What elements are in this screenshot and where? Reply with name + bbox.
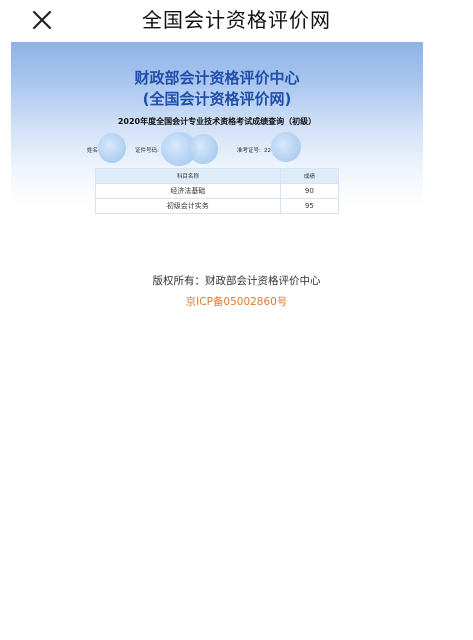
exam-no-label: 准考证号:: [237, 148, 261, 154]
column-header: 成绩: [279, 168, 340, 184]
result-banner: 财政部会计资格评价中心 (全国会计资格评价网) 2020年度全国会计专业技术资格…: [11, 42, 423, 270]
table-row: 经济法基础 90: [95, 183, 340, 199]
score-cell: 95: [279, 198, 340, 214]
redaction-blob: [98, 133, 126, 163]
score-cell: 90: [279, 183, 340, 199]
redaction-blob: [188, 134, 218, 164]
icp-link[interactable]: 京ICP备05002860号: [0, 294, 473, 310]
id-label: 证件号码:: [135, 148, 159, 154]
exam-no-value: 22: [264, 148, 271, 154]
table-row: 初级会计实务 95: [95, 198, 340, 214]
center-name: 财政部会计资格评价中心: [134, 69, 300, 87]
table-header-row: 科目名称 成绩: [95, 168, 340, 184]
center-subtitle: (全国会计资格评价网): [142, 90, 292, 108]
query-title: 2020年度全国会计专业技术资格考试成绩查询（初级）: [117, 117, 317, 126]
copyright-text: 版权所有：财政部会计资格评价中心: [152, 275, 321, 287]
redaction-blob: [271, 132, 301, 162]
subject-cell: 经济法基础: [95, 183, 281, 199]
score-table: 科目名称 成绩 经济法基础 90 初级会计实务 95: [95, 168, 340, 214]
column-header: 科目名称: [95, 168, 281, 184]
subject-cell: 初级会计实务: [95, 198, 281, 214]
page-title: 全国会计资格评价网: [142, 8, 331, 32]
top-bar: 全国会计资格评价网: [0, 0, 473, 40]
